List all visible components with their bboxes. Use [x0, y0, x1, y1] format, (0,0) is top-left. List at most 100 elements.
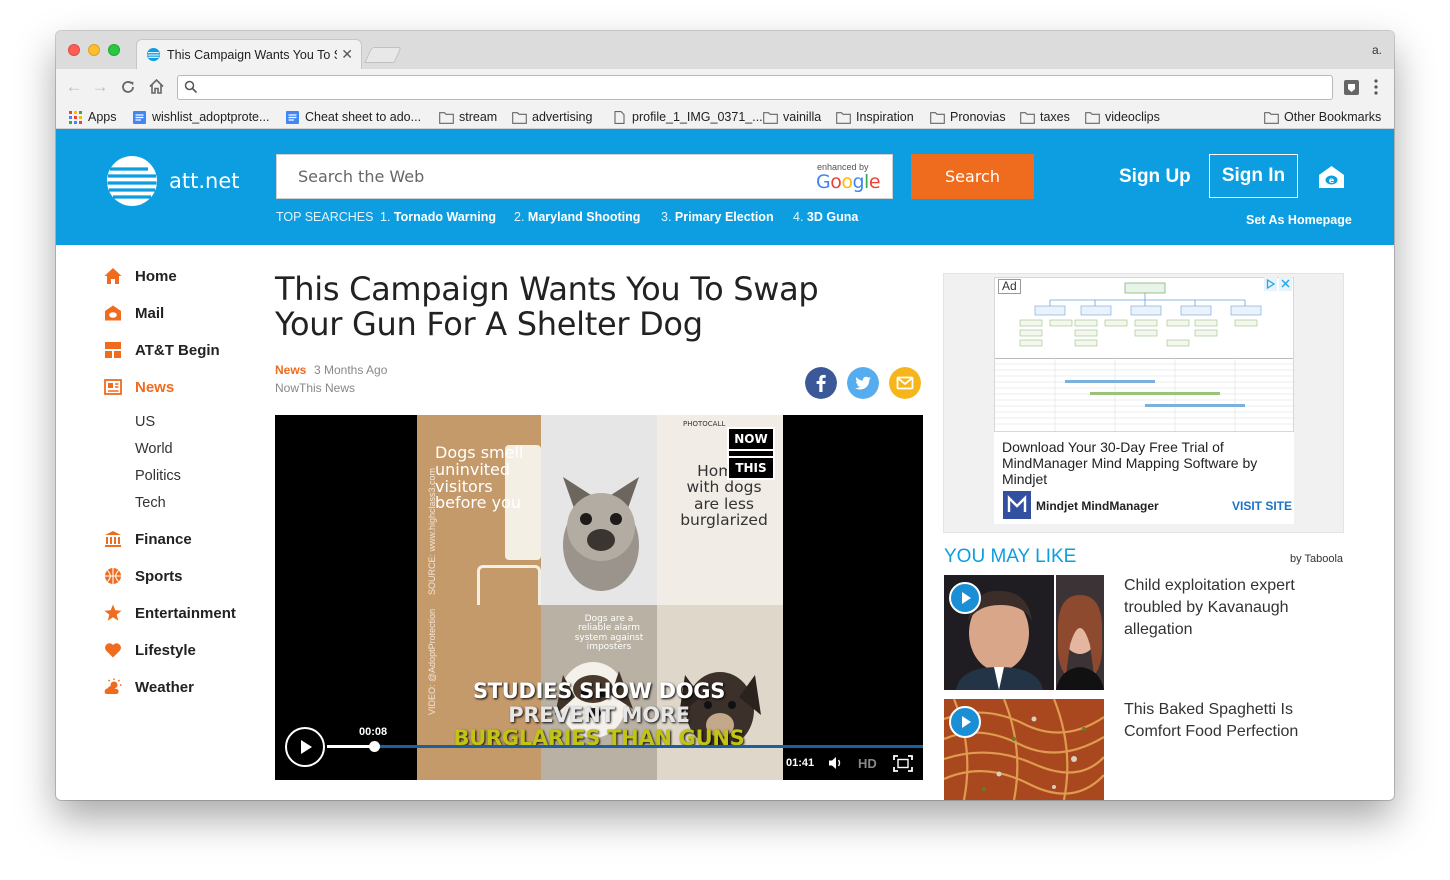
twitter-icon[interactable] — [847, 367, 879, 399]
bookmark-advertising[interactable]: advertising — [512, 109, 592, 125]
browser-window: This Campaign Wants You To Swap Your Gun… — [56, 31, 1394, 800]
ad-headline[interactable]: Download Your 30-Day Free Trial of MindM… — [1002, 439, 1286, 487]
star-icon — [104, 604, 122, 621]
mindjet-logo-icon — [1003, 491, 1031, 519]
search-button[interactable]: Search — [911, 154, 1034, 199]
reload-icon[interactable] — [118, 77, 138, 97]
top-search-link[interactable]: 2. Maryland Shooting — [514, 210, 640, 224]
bookmark-inspiration[interactable]: Inspiration — [836, 109, 914, 125]
profile-label[interactable]: a. — [1372, 43, 1382, 57]
nav-item-att-begin[interactable]: AT&T Begin — [104, 339, 220, 361]
bookmark-wishlist[interactable]: wishlist_adoptprote... — [132, 109, 269, 125]
bookmark-vainilla[interactable]: vainilla — [763, 109, 821, 125]
sign-up-link[interactable]: Sign Up — [1119, 166, 1191, 188]
photocall-label: PHOTOCALL — [683, 420, 726, 428]
recommendation-title[interactable]: This Baked Spaghetti Is Comfort Food Per… — [1124, 699, 1324, 743]
minimize-window-button[interactable] — [88, 44, 100, 56]
video-progress-track[interactable] — [327, 745, 923, 748]
poster-left-text: Dogs smell uninvited visitors before you — [435, 443, 524, 513]
nav-item-weather[interactable]: Weather — [104, 676, 194, 698]
nav-item-mail[interactable]: Mail — [104, 302, 164, 324]
advertisement: Ad Download Your 30-Day Free Trial of Mi… — [943, 273, 1344, 533]
browser-tab[interactable]: This Campaign Wants You To Swap Your Gun… — [136, 39, 362, 69]
google-logo: Google — [816, 171, 881, 193]
top-searches-label: TOP SEARCHES — [276, 210, 374, 224]
browser-menu-icon[interactable] — [1368, 78, 1384, 96]
folder-icon — [1085, 111, 1100, 124]
ad-brand: Mindjet MindManager — [1036, 499, 1159, 513]
play-icon — [949, 582, 981, 614]
extension-icon[interactable] — [1343, 79, 1360, 96]
basketball-icon — [105, 568, 121, 584]
nav-item-finance[interactable]: Finance — [104, 528, 192, 550]
article-age: 3 Months Ago — [314, 363, 388, 377]
close-window-button[interactable] — [68, 44, 80, 56]
top-search-link[interactable]: 4. 3D Guna — [793, 210, 858, 224]
nav-item-news[interactable]: News — [104, 376, 174, 398]
mail-icon — [105, 305, 121, 321]
video-progress-fill — [327, 745, 374, 748]
folder-icon — [1020, 111, 1035, 124]
recommendation-thumbnail[interactable] — [944, 699, 1104, 800]
maximize-window-button[interactable] — [108, 44, 120, 56]
recommendation-thumbnail[interactable] — [944, 575, 1104, 690]
att-logo-text[interactable]: att.net — [169, 169, 239, 193]
home-button-icon[interactable] — [146, 77, 166, 97]
ad-card[interactable]: Ad Download Your 30-Day Free Trial of Mi… — [994, 277, 1294, 524]
bookmark-other[interactable]: Other Bookmarks — [1264, 109, 1381, 125]
bookmark-stream[interactable]: stream — [439, 109, 497, 125]
nav-item-lifestyle[interactable]: Lifestyle — [104, 639, 196, 661]
recommendation-title[interactable]: Child exploitation expert troubled by Ka… — [1124, 575, 1324, 641]
bookmark-videoclips[interactable]: videoclips — [1085, 109, 1160, 125]
new-tab-button[interactable] — [364, 47, 402, 63]
volume-icon[interactable] — [828, 755, 844, 771]
taboola-attribution[interactable]: by Taboola — [1290, 553, 1343, 565]
folder-icon — [836, 111, 851, 124]
address-bar[interactable] — [177, 75, 1333, 100]
facebook-icon[interactable] — [805, 367, 837, 399]
bookmark-pronovias[interactable]: Pronovias — [930, 109, 1006, 125]
nav-subitem-world[interactable]: World — [135, 441, 173, 457]
you-may-like-heading: YOU MAY LIKE — [944, 546, 1077, 567]
fullscreen-icon[interactable] — [893, 755, 913, 772]
forward-arrow-icon[interactable]: → — [90, 77, 110, 97]
video-scrubber-handle[interactable] — [369, 741, 380, 752]
web-search-box: enhanced by Google — [276, 154, 893, 199]
email-icon[interactable] — [889, 367, 921, 399]
nav-item-home[interactable]: Home — [104, 265, 177, 287]
top-search-link[interactable]: 3. Primary Election — [661, 210, 774, 224]
play-button[interactable] — [285, 727, 325, 767]
article-source: NowThis News — [275, 381, 356, 395]
video-caption-line1: STUDIES SHOW DOGS — [472, 679, 726, 703]
tab-close-icon[interactable]: ✕ — [341, 46, 353, 63]
nav-item-sports[interactable]: Sports — [104, 565, 183, 587]
sign-in-button[interactable]: Sign In — [1209, 154, 1298, 198]
video-duration: 01:41 — [786, 757, 815, 769]
apps-grid-icon — [69, 110, 82, 124]
bookmark-apps[interactable]: Apps — [68, 109, 117, 125]
doc-icon — [133, 110, 146, 124]
top-search-link[interactable]: 1. Tornado Warning — [380, 210, 496, 224]
nav-subitem-us[interactable]: US — [135, 414, 155, 430]
nav-subitem-tech[interactable]: Tech — [135, 495, 166, 511]
heart-icon — [105, 643, 121, 658]
att-globe-logo-icon[interactable] — [106, 155, 158, 207]
grid-icon — [105, 342, 121, 358]
bookmark-cheat-sheet[interactable]: Cheat sheet to ado... — [285, 109, 421, 125]
ad-choices-icon[interactable] — [1264, 277, 1292, 291]
back-arrow-icon[interactable]: ← — [64, 77, 84, 97]
folder-icon — [930, 111, 945, 124]
ad-label: Ad — [998, 279, 1021, 294]
web-search-input[interactable] — [278, 156, 798, 197]
ad-visit-site-button[interactable]: VISIT SITE — [1232, 499, 1292, 513]
video-player[interactable]: Dogs smell uninvited visitors before you… — [275, 415, 923, 780]
nav-subitem-politics[interactable]: Politics — [135, 468, 181, 484]
bookmark-profile-image[interactable]: profile_1_IMG_0371_... — [612, 109, 763, 125]
nowthis-logo: NOW THIS — [727, 427, 775, 480]
set-homepage-link[interactable]: Set As Homepage — [1246, 213, 1352, 227]
nav-item-entertainment[interactable]: Entertainment — [104, 602, 236, 624]
email-envelope-icon[interactable]: e — [1318, 165, 1345, 189]
article-category[interactable]: News — [275, 363, 306, 377]
hd-toggle[interactable]: HD — [858, 756, 877, 771]
bookmark-taxes[interactable]: taxes — [1020, 109, 1070, 125]
